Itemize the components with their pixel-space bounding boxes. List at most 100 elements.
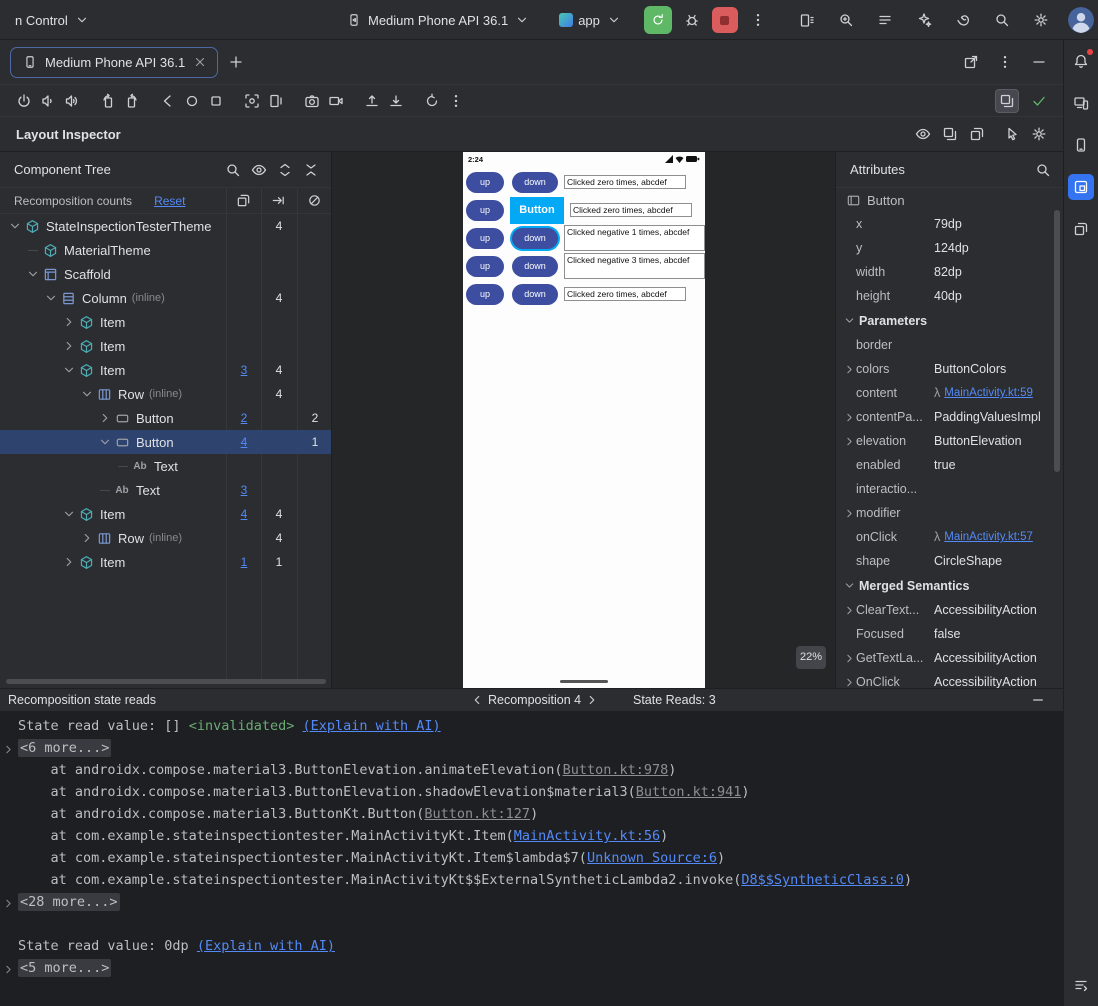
tree-search-icon[interactable] [221, 158, 245, 182]
explain-with-ai-link[interactable]: (Explain with AI) [303, 718, 441, 734]
stack-file-link[interactable]: Button.kt:978 [563, 762, 669, 778]
tree-node-item[interactable]: Item 3 4 [0, 358, 331, 382]
todo-list-icon[interactable] [873, 8, 897, 32]
tree-expander-icon[interactable] [60, 338, 77, 354]
export-snapshot-icon[interactable] [965, 122, 989, 146]
more-options-button[interactable] [444, 89, 468, 113]
device-up-button[interactable]: up [466, 255, 504, 277]
child-count-column-icon[interactable] [271, 193, 287, 209]
notifications-bell-icon[interactable] [1068, 48, 1094, 74]
gemini-ai-icon[interactable] [912, 8, 936, 32]
zoom-badge[interactable]: 22% [796, 646, 827, 669]
live-updates-icon[interactable] [911, 122, 935, 146]
recomposition-count-link[interactable]: 4 [228, 502, 260, 526]
select-mode-icon[interactable] [1000, 122, 1024, 146]
power-button[interactable] [12, 89, 36, 113]
chevron-right-icon[interactable] [842, 506, 856, 520]
upload-button[interactable] [360, 89, 384, 113]
snapshot-icon[interactable] [938, 122, 962, 146]
camera-button[interactable] [300, 89, 324, 113]
tree-node-item[interactable]: Item [0, 310, 331, 334]
chevron-right-icon[interactable] [842, 362, 856, 376]
hide-panel-icon[interactable] [1027, 50, 1051, 74]
vcs-widget[interactable]: n Control [8, 7, 98, 33]
chevron-right-icon[interactable] [842, 675, 856, 688]
device-up-button[interactable]: up [466, 283, 504, 305]
tree-expander-icon[interactable] [96, 434, 113, 450]
attr-source-link[interactable]: MainActivity.kt:57 [944, 531, 1033, 543]
settings-icon[interactable] [1029, 8, 1053, 32]
tree-expander-icon[interactable] [24, 266, 41, 282]
gradle-sync-icon[interactable] [951, 8, 975, 32]
recomposition-count-link[interactable]: 2 [228, 406, 260, 430]
reset-counts-link[interactable]: Reset [154, 194, 185, 208]
back-button[interactable] [156, 89, 180, 113]
tab-close-icon[interactable] [191, 53, 209, 71]
tree-node-text[interactable]: Ab Text [0, 454, 331, 478]
stack-file-link[interactable]: Unknown Source:6 [587, 850, 717, 866]
tree-expander-icon[interactable] [60, 506, 77, 522]
recomposition-count-link[interactable]: 1 [228, 550, 260, 574]
volume-down-button[interactable] [36, 89, 60, 113]
volume-up-button[interactable] [60, 89, 84, 113]
tree-node-item[interactable]: Item 4 4 [0, 502, 331, 526]
tree-node-item[interactable]: Item [0, 334, 331, 358]
attr-section-merged-semantics[interactable]: Merged Semantics [836, 573, 1063, 598]
chevron-down-icon[interactable] [842, 314, 856, 328]
hide-console-icon[interactable] [1029, 691, 1047, 709]
device-up-button[interactable]: up [466, 171, 504, 193]
search-everywhere-icon[interactable] [990, 8, 1014, 32]
tree-expander-icon[interactable] [78, 530, 95, 546]
tab-medium-phone[interactable]: Medium Phone API 36.1 [10, 46, 219, 78]
new-tab-button[interactable] [224, 50, 248, 74]
device-down-button[interactable]: down [512, 255, 558, 277]
chevron-right-icon[interactable] [842, 410, 856, 424]
tree-node-row[interactable]: Row (inline) 4 [0, 382, 331, 406]
collapse-all-icon[interactable] [299, 158, 323, 182]
overview-button[interactable] [204, 89, 228, 113]
fold-toggle[interactable]: <28 more...> [18, 893, 120, 911]
tree-node-button[interactable]: Button 2 2 [0, 406, 331, 430]
rotate-right-button[interactable] [120, 89, 144, 113]
debug-button[interactable] [680, 8, 704, 32]
tree-expander-icon[interactable] [6, 218, 23, 234]
open-in-window-icon[interactable] [959, 50, 983, 74]
tree-node-text[interactable]: Ab Text 3 [0, 478, 331, 502]
stack-file-link[interactable]: Button.kt:941 [636, 784, 742, 800]
tree-expander-icon[interactable] [60, 314, 77, 330]
code-inspection-icon[interactable] [834, 8, 858, 32]
tree-node-materialtheme[interactable]: MaterialTheme [0, 238, 331, 262]
home-button[interactable] [180, 89, 204, 113]
tab-options-icon[interactable] [993, 50, 1017, 74]
recomposition-count-link[interactable]: 3 [228, 358, 260, 382]
visibility-filter-icon[interactable] [247, 158, 271, 182]
next-recomposition-button[interactable] [583, 691, 601, 709]
fold-chevron-icon[interactable] [2, 961, 16, 975]
explain-with-ai-link[interactable]: (Explain with AI) [197, 938, 335, 954]
fold-toggle[interactable]: <5 more...> [18, 959, 112, 977]
attr-section-parameters[interactable]: Parameters [836, 308, 1063, 333]
skip-count-column-icon[interactable] [307, 193, 323, 209]
reset-button[interactable] [420, 89, 444, 113]
tree-expander-icon[interactable] [60, 554, 77, 570]
chevron-right-icon[interactable] [842, 603, 856, 617]
event-log-icon[interactable] [1068, 972, 1094, 998]
fold-chevron-icon[interactable] [2, 741, 16, 755]
device-down-button[interactable]: down [512, 283, 558, 305]
save-to-device-button[interactable] [384, 89, 408, 113]
device-streaming-icon[interactable] [795, 8, 819, 32]
rerun-button[interactable] [643, 6, 672, 34]
stack-file-link[interactable]: MainActivity.kt:56 [514, 828, 660, 844]
tree-expander-icon[interactable] [60, 362, 77, 378]
tree-expander-icon[interactable] [42, 290, 59, 306]
stop-button[interactable] [711, 7, 738, 33]
device-selector[interactable]: Medium Phone API 36.1 [338, 7, 538, 33]
layout-inspector-toggle[interactable] [995, 89, 1019, 113]
screen-record-button[interactable] [324, 89, 348, 113]
device-screen[interactable]: 2:24 up down Clicked zero times, abcdef up B… [463, 152, 705, 688]
profile-avatar[interactable] [1068, 7, 1094, 33]
prev-recomposition-button[interactable] [468, 691, 486, 709]
tree-expander-icon[interactable] [78, 386, 95, 402]
device-up-button[interactable]: up [466, 199, 504, 221]
tree-node-column[interactable]: Column (inline) 4 [0, 286, 331, 310]
